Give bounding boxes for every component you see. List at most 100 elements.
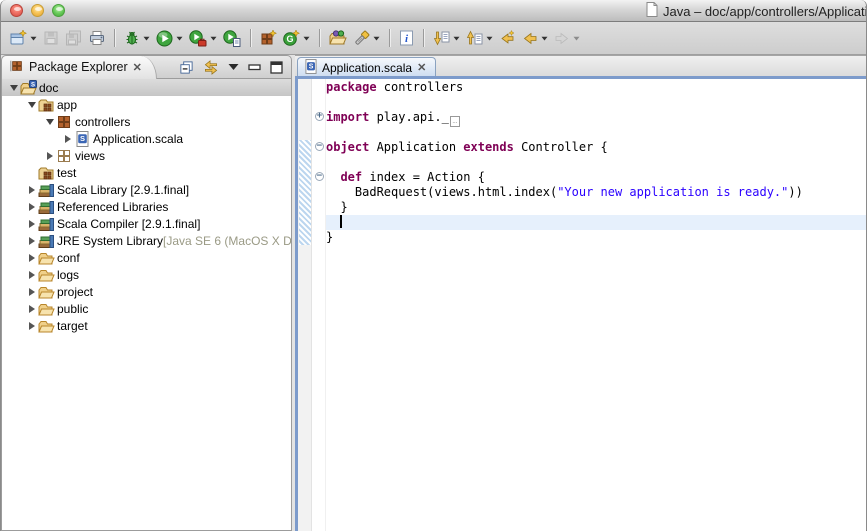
- tree-item-app[interactable]: app: [2, 96, 291, 113]
- code-token: [326, 170, 340, 184]
- toggle-mark-occurrences-button[interactable]: i: [396, 28, 417, 48]
- tree-item-label: JRE System Library: [57, 234, 163, 248]
- tree-item-label: controllers: [75, 115, 130, 129]
- tab-package-explorer[interactable]: Package Explorer ✕: [2, 56, 157, 79]
- last-edit-location-button[interactable]: [496, 28, 519, 48]
- code-text-area[interactable]: package controllers import play.api._...o…: [326, 80, 866, 531]
- tree-item-logs[interactable]: logs: [2, 266, 291, 283]
- close-view-icon[interactable]: ✕: [133, 61, 142, 74]
- expander-icon[interactable]: [26, 288, 38, 296]
- expander-icon[interactable]: [26, 102, 38, 108]
- back-button[interactable]: [519, 28, 551, 48]
- expander-icon[interactable]: [8, 85, 20, 91]
- expander-icon[interactable]: [44, 119, 56, 125]
- annotation-ruler[interactable]: [298, 79, 312, 531]
- tree-item-doc[interactable]: Sdoc: [2, 79, 291, 96]
- svg-text:S: S: [31, 82, 35, 88]
- next-annotation-button[interactable]: [430, 28, 463, 48]
- view-menu-icon[interactable]: [228, 63, 239, 71]
- tree-item-views[interactable]: views: [2, 147, 291, 164]
- close-button[interactable]: [10, 4, 23, 17]
- tree-item-public[interactable]: public: [2, 300, 291, 317]
- open-type-button[interactable]: [326, 28, 350, 48]
- expander-icon[interactable]: [44, 152, 56, 160]
- code-line-8[interactable]: BadRequest(views.html.index("Your new ap…: [326, 185, 866, 200]
- expander-icon[interactable]: [62, 135, 74, 143]
- collapse-all-icon[interactable]: [179, 60, 194, 75]
- code-line-1[interactable]: package controllers: [326, 80, 866, 95]
- minimize-button[interactable]: [31, 4, 44, 17]
- search-dropdown-icon[interactable]: [372, 36, 380, 41]
- code-line-10[interactable]: [326, 215, 866, 230]
- expander-icon[interactable]: [26, 186, 38, 194]
- fold-collapse-icon[interactable]: −: [315, 142, 324, 151]
- view-header-toolbar: [179, 60, 291, 75]
- collapsed-code-icon[interactable]: ...: [450, 116, 460, 127]
- code-line-3[interactable]: import play.api._...: [326, 110, 866, 125]
- expander-icon[interactable]: [26, 322, 38, 330]
- expander-icon[interactable]: [26, 203, 38, 211]
- tree-item-scala-compiler-2-9-1-final[interactable]: Scala Compiler [2.9.1.final]: [2, 215, 291, 232]
- tree-item-conf[interactable]: conf: [2, 249, 291, 266]
- previous-annotation-dropdown-icon[interactable]: [485, 36, 493, 41]
- tree-item-scala-library-2-9-1-final[interactable]: Scala Library [2.9.1.final]: [2, 181, 291, 198]
- code-editor[interactable]: + − − package controllers import play.api._…: [295, 79, 866, 531]
- run-button[interactable]: [153, 28, 186, 49]
- open-type-icon: [329, 30, 347, 46]
- link-with-editor-icon[interactable]: [203, 60, 219, 75]
- new-wizard-dropdown-icon[interactable]: [29, 36, 37, 41]
- tree-item-controllers[interactable]: controllers: [2, 113, 291, 130]
- code-line-11[interactable]: }: [326, 230, 866, 245]
- tree-item-application-scala[interactable]: SApplication.scala: [2, 130, 291, 147]
- tree-item-target[interactable]: target: [2, 317, 291, 334]
- search-button[interactable]: [350, 28, 383, 49]
- expander-icon[interactable]: [26, 254, 38, 262]
- maximize-icon[interactable]: [270, 61, 283, 74]
- library-icon: [38, 233, 55, 249]
- tree-item-project[interactable]: project: [2, 283, 291, 300]
- code-line-2[interactable]: [326, 95, 866, 110]
- close-editor-icon[interactable]: ✕: [417, 61, 426, 74]
- run-dropdown-icon[interactable]: [175, 36, 183, 41]
- new-package-icon: [260, 30, 277, 46]
- tree-item-jre-system-library[interactable]: JRE System Library [Java SE 6 (MacOS X D…: [2, 232, 291, 249]
- next-annotation-icon: [433, 30, 450, 46]
- print-icon: [89, 30, 105, 46]
- run-external-tools-button[interactable]: [186, 28, 220, 49]
- print-button[interactable]: [86, 28, 108, 48]
- next-annotation-dropdown-icon[interactable]: [452, 36, 460, 41]
- new-element-dropdown-icon[interactable]: [302, 36, 310, 41]
- debug-button[interactable]: [121, 28, 153, 48]
- fold-expand-icon[interactable]: +: [315, 112, 324, 121]
- back-dropdown-icon[interactable]: [540, 36, 548, 41]
- expander-icon[interactable]: [26, 237, 38, 245]
- code-line-7[interactable]: def index = Action {: [326, 170, 866, 185]
- zoom-button[interactable]: [52, 4, 65, 17]
- new-element-button[interactable]: G: [280, 28, 313, 48]
- tree-item-label: logs: [57, 268, 79, 282]
- folder-icon: [38, 284, 55, 300]
- fold-collapse-icon[interactable]: −: [315, 172, 324, 181]
- minimize-icon[interactable]: [248, 62, 261, 73]
- previous-annotation-button[interactable]: [463, 28, 496, 48]
- code-line-6[interactable]: [326, 155, 866, 170]
- run-last-launched-button[interactable]: [220, 28, 244, 49]
- tree-item-test[interactable]: test: [2, 164, 291, 181]
- expander-icon[interactable]: [26, 271, 38, 279]
- expander-icon[interactable]: [26, 305, 38, 313]
- new-package-button[interactable]: [257, 28, 280, 48]
- expander-icon[interactable]: [26, 220, 38, 228]
- code-line-5[interactable]: object Application extends Controller {: [326, 140, 866, 155]
- code-token: }: [326, 230, 333, 244]
- tree-item-referenced-libraries[interactable]: Referenced Libraries: [2, 198, 291, 215]
- folding-ruler[interactable]: + − −: [313, 79, 326, 531]
- back-arrow-icon: [522, 30, 538, 46]
- run-file-icon: [223, 30, 241, 47]
- run-external-tools-dropdown-icon[interactable]: [209, 36, 217, 41]
- title-bar[interactable]: Java – doc/app/controllers/Application.s…: [1, 0, 866, 22]
- new-wizard-button[interactable]: [7, 28, 40, 48]
- code-line-4[interactable]: [326, 125, 866, 140]
- debug-dropdown-icon[interactable]: [142, 36, 150, 41]
- code-line-9[interactable]: }: [326, 200, 866, 215]
- tab-application-scala[interactable]: S Application.scala ✕: [297, 57, 436, 77]
